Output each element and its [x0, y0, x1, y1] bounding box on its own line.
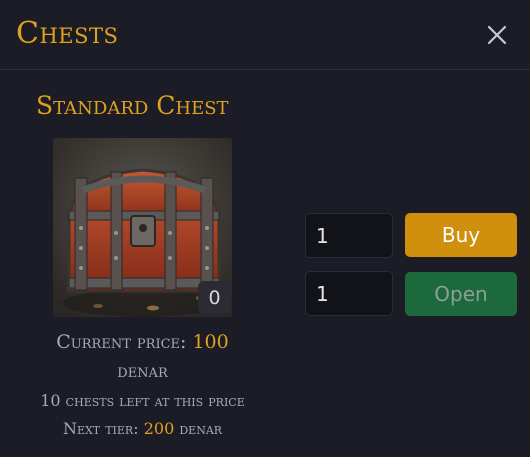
current-price-label: Current price: — [56, 331, 187, 353]
open-button[interactable]: Open — [405, 272, 517, 316]
modal-title: Chests — [16, 16, 119, 51]
close-icon — [487, 25, 507, 45]
current-price-value: 100 — [192, 331, 229, 353]
chest-owned-count: 0 — [198, 281, 231, 314]
chest-name: Standard Chest — [36, 91, 229, 120]
next-tier-currency: denar — [179, 419, 223, 438]
price-currency: denar — [117, 360, 168, 382]
next-tier: Next tier: 200 denar — [20, 418, 265, 440]
remaining-at-price: 10 chests left at this price — [40, 391, 245, 410]
buy-button[interactable]: Buy — [405, 213, 517, 257]
buy-quantity-input[interactable] — [305, 213, 393, 258]
open-quantity-input[interactable] — [305, 271, 393, 316]
chests-modal: Chests Standard Chest 0 Current price: 1… — [0, 0, 530, 457]
modal-header: Chests — [0, 0, 530, 70]
next-tier-label: Next tier: — [62, 419, 139, 438]
current-price: Current price: 100 — [20, 329, 265, 355]
next-tier-value: 200 — [143, 419, 175, 438]
close-button[interactable] — [484, 22, 510, 48]
